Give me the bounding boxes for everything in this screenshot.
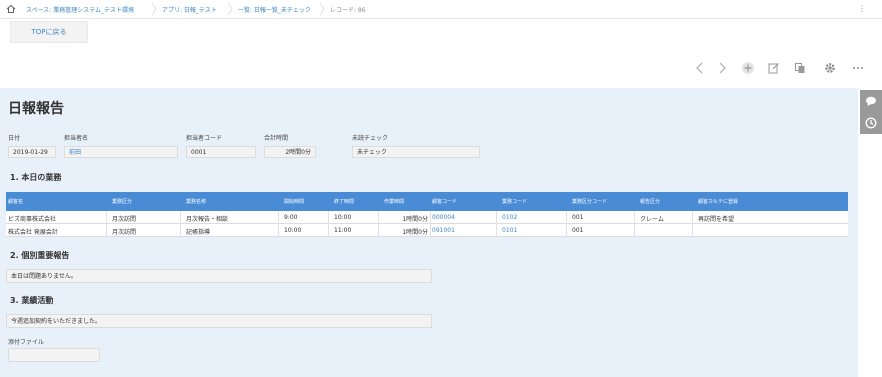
attachment-field[interactable] (8, 348, 100, 362)
breadcrumb-separator-icon (151, 2, 157, 16)
column-header: 業務コード (502, 199, 528, 205)
column-header: 顧客カルテに登録 (698, 199, 739, 205)
total-time-label: 合計時間 (264, 135, 289, 142)
history-icon[interactable] (864, 116, 878, 130)
column-header: 業務区分コード (572, 199, 608, 205)
cell-start: 9:00 (284, 214, 298, 221)
column-header: 終了時間 (334, 199, 355, 205)
section-business-activity: 3. 業績活動 (10, 296, 54, 305)
chevron-right-icon[interactable] (714, 60, 730, 76)
breadcrumb-app[interactable]: アプリ: 日報_テスト (162, 5, 217, 14)
row-divider (278, 211, 279, 224)
cell-customer: ビズ商事株式会社 (8, 216, 57, 223)
date-field: 2019-01-29 (8, 146, 56, 158)
comment-icon[interactable] (864, 94, 878, 108)
row-divider (106, 224, 107, 237)
row-divider (278, 224, 279, 237)
cell-duration: 1時間0分 (402, 216, 428, 223)
important-report-field: 本日は問題ありません。 (6, 269, 432, 283)
row-divider (378, 224, 379, 237)
row-divider (328, 224, 329, 237)
column-header: 報告区分 (640, 199, 661, 205)
plus-icon[interactable] (740, 60, 756, 76)
row-divider (566, 211, 567, 224)
copy-icon[interactable] (792, 60, 808, 76)
column-header: 作業時間 (384, 199, 405, 205)
row-divider (566, 224, 567, 237)
breadcrumb-record: レコード: 86 (330, 7, 366, 14)
cell-customer: 株式会社 発展会計 (8, 229, 58, 236)
cell-category: 月次訪問 (112, 216, 137, 223)
column-header: 顧客名 (8, 199, 24, 205)
side-tools (860, 90, 882, 134)
column-header: 業務区分 (112, 199, 133, 205)
row-divider (328, 211, 329, 224)
row-divider (692, 211, 693, 224)
row-divider (634, 211, 635, 224)
business-activity-field: 今週追加契約をいただきました。 (6, 314, 432, 328)
row-divider (106, 211, 107, 224)
row-divider (378, 211, 379, 224)
breadcrumb-separator-icon (319, 2, 325, 16)
row-divider (180, 224, 181, 237)
vertical-menu-icon[interactable]: ⋮ (858, 4, 866, 13)
cell-task: 記帳指導 (186, 229, 211, 236)
attachment-label: 添付ファイル (8, 339, 45, 346)
person-code-field: 0001 (186, 146, 256, 158)
row-divider (692, 224, 693, 237)
row-divider (180, 211, 181, 224)
gear-icon[interactable] (822, 60, 838, 76)
row-divider (634, 224, 635, 237)
breadcrumb-separator-icon (227, 2, 233, 16)
cell-category-code: 001 (572, 227, 584, 234)
section-important-report: 2. 個別重要報告 (10, 251, 70, 260)
cell-end: 11:00 (334, 227, 352, 234)
row-divider (496, 224, 497, 237)
cell-task: 月次報告・相談 (186, 216, 229, 223)
edit-icon[interactable] (766, 60, 782, 76)
cell-karte: 再訪問を希望 (698, 216, 735, 223)
breadcrumb-view[interactable]: 一覧: 日報一覧_未チェック (238, 5, 311, 14)
cell-task-code[interactable]: 0102 (502, 214, 517, 221)
cell-task-code[interactable]: 0101 (502, 227, 517, 234)
row-divider (496, 211, 497, 224)
back-to-top-button[interactable]: TOPに戻る (10, 21, 88, 43)
cell-duration: 1時間0分 (402, 229, 428, 236)
total-time-field: 2時間0分 (264, 146, 316, 158)
column-header: 顧客コード (432, 199, 458, 205)
cell-start: 10:00 (284, 227, 302, 234)
column-header: 開始時間 (284, 199, 305, 205)
table-row: 株式会社 発展会計 月次訪問 記帳指導 10:00 11:00 1時間0分 09… (6, 224, 848, 237)
column-header: 業務名称 (186, 199, 207, 205)
person-code-label: 担当者コード (186, 135, 223, 142)
page-title: 日報報告 (8, 101, 64, 117)
row-divider (430, 211, 431, 224)
chevron-left-icon[interactable] (692, 60, 708, 76)
person-field[interactable]: 前田 (64, 146, 178, 158)
cell-customer-code[interactable]: 091001 (432, 227, 455, 234)
breadcrumb-space[interactable]: スペース: 業務管理システム_テスト環境 (26, 5, 134, 14)
person-label: 担当者名 (64, 135, 89, 142)
cell-end: 10:00 (334, 214, 352, 221)
cell-category: 月次訪問 (112, 229, 137, 236)
table-header: 顧客名 業務区分 業務名称 開始時間 終了時間 作業時間 顧客コード 業務コード… (6, 192, 848, 211)
cell-category-code: 001 (572, 214, 584, 221)
home-icon[interactable] (6, 4, 16, 14)
date-label: 日付 (8, 135, 21, 142)
row-divider (430, 224, 431, 237)
unread-check-label: 未読チェック (352, 135, 389, 142)
unread-check-field: 未チェック (352, 146, 480, 158)
table-row: ビズ商事株式会社 月次訪問 月次報告・相談 9:00 10:00 1時間0分 0… (6, 211, 848, 224)
more-icon[interactable] (850, 60, 866, 76)
cell-report-type: クレーム (640, 216, 664, 223)
breadcrumb-bar: スペース: 業務管理システム_テスト環境 アプリ: 日報_テスト 一覧: 日報一… (0, 0, 882, 19)
section-daily-work: 1. 本日の業務 (10, 173, 62, 182)
cell-customer-code[interactable]: 000004 (432, 214, 455, 221)
